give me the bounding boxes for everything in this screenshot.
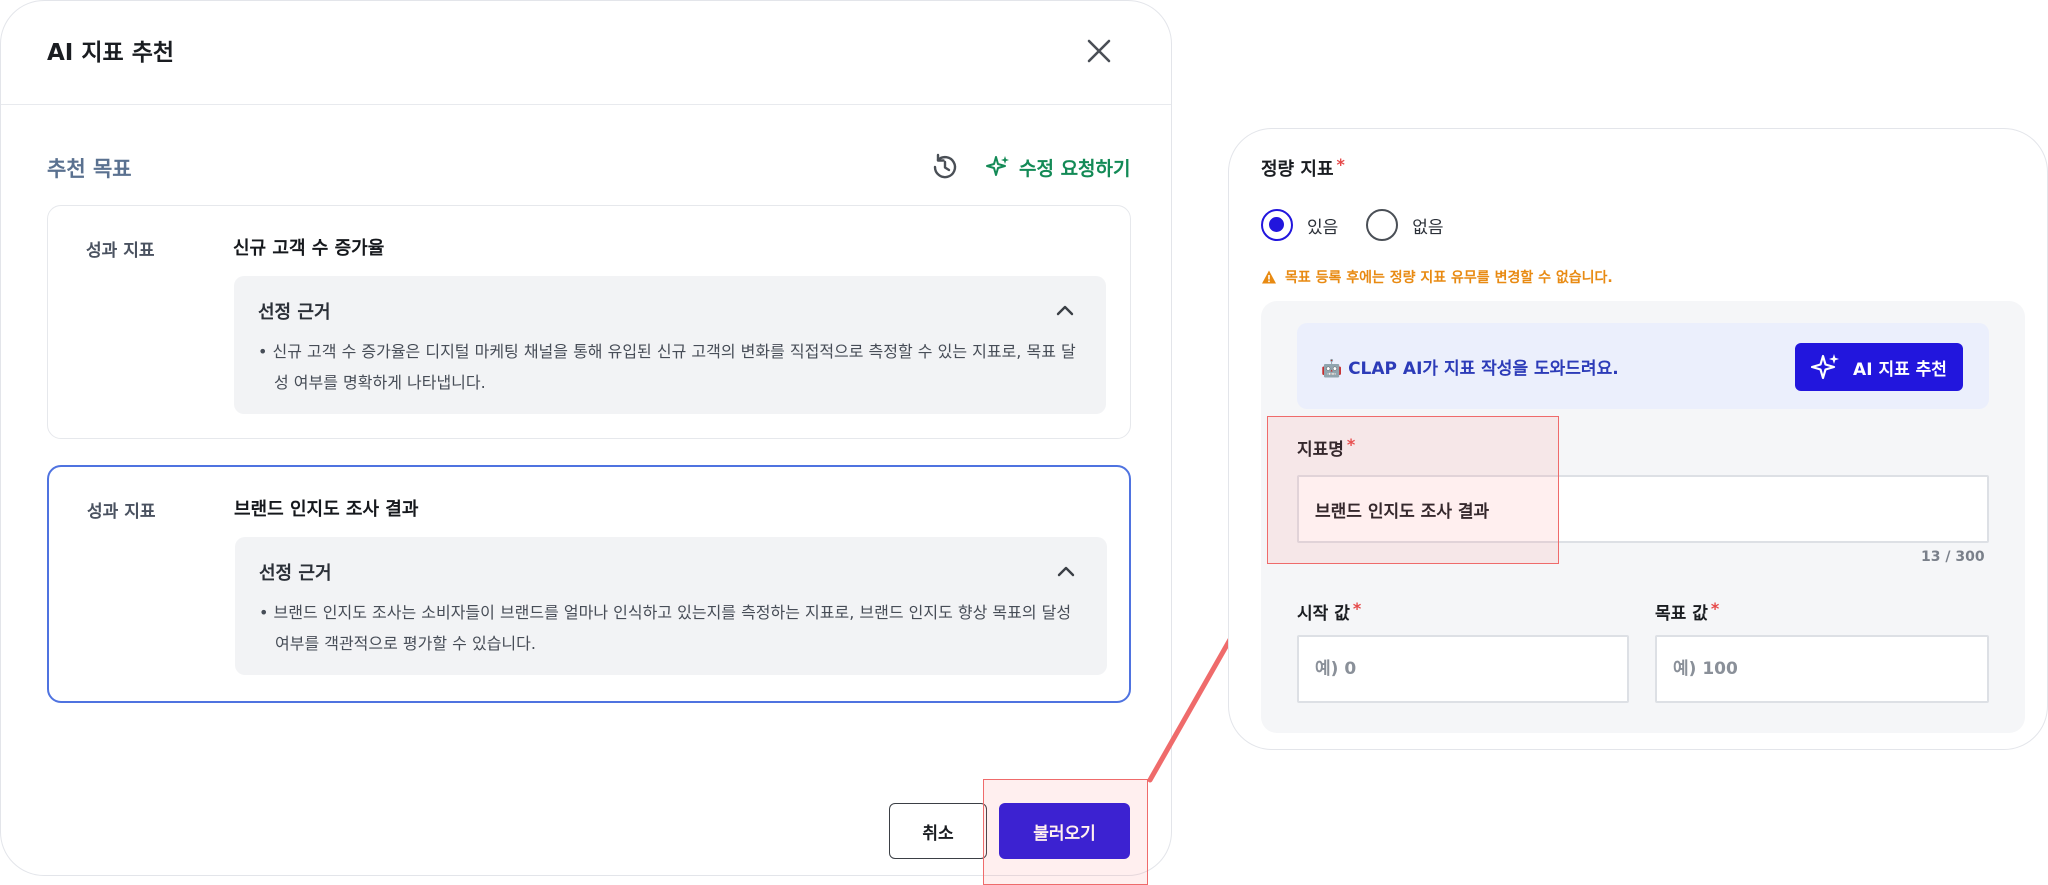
start-value-label: 시작 값 * — [1297, 599, 1361, 624]
ai-recommend-button[interactable]: AI 지표 추천 — [1795, 343, 1963, 391]
radio-yes[interactable] — [1261, 209, 1293, 241]
sparkle-icon — [986, 156, 1009, 176]
recommendation-card[interactable]: 성과 지표 신규 고객 수 증가율 선정 근거 • 신규 고객 수 증가율은 디… — [47, 205, 1131, 439]
card-label: 성과 지표 — [86, 241, 155, 261]
ai-recommend-label: AI 지표 추천 — [1853, 359, 1947, 380]
required-mark: * — [1336, 155, 1345, 174]
reason-box: 선정 근거 • 신규 고객 수 증가율은 디지털 마케팅 채널을 통해 유입된 … — [234, 276, 1106, 414]
reason-title: 선정 근거 — [258, 302, 331, 323]
card-metric-name: 브랜드 인지도 조사 결과 — [234, 499, 419, 520]
required-mark: * — [1352, 599, 1362, 618]
quant-metric-label: 정량 지표 — [1261, 159, 1334, 180]
reason-title: 선정 근거 — [259, 563, 332, 584]
revise-request-label: 수정 요청하기 — [1019, 157, 1131, 180]
metric-name-input[interactable] — [1297, 475, 1989, 543]
load-button[interactable]: 불러오기 — [999, 803, 1130, 859]
required-mark: * — [1710, 599, 1720, 618]
char-counter: 13 / 300 — [1921, 549, 1985, 565]
sparkle-icon — [1811, 354, 1840, 380]
metric-form-panel: 정량 지표 * 있음 없음 목표 등록 후에는 정량 지표 유무를 변경할 수 없… — [1228, 128, 2048, 750]
target-value-label-text: 목표 값 — [1655, 604, 1708, 624]
history-icon[interactable] — [929, 151, 961, 183]
quant-radio-group: 있음 없음 — [1261, 209, 1472, 241]
warning-icon — [1262, 270, 1276, 284]
ai-banner: 🤖 CLAP AI가 지표 작성을 도와드려요. AI 지표 추천 — [1297, 323, 1989, 409]
metric-name-label-text: 지표명 — [1297, 440, 1344, 460]
reason-box: 선정 근거 • 브랜드 인지도 조사는 소비자들이 브랜드를 얼마나 인식하고 … — [235, 537, 1107, 675]
close-icon[interactable] — [1081, 33, 1117, 69]
quant-metric-title: 정량 지표 * — [1261, 155, 1345, 181]
radio-no-label: 없음 — [1412, 217, 1444, 238]
required-mark: * — [1346, 435, 1356, 454]
revise-request-button[interactable]: 수정 요청하기 — [985, 151, 1131, 183]
chevron-up-icon[interactable] — [1053, 559, 1079, 585]
reason-text: • 신규 고객 수 증가율은 디지털 마케팅 채널을 통해 유입된 신규 고객의… — [258, 342, 1076, 392]
modal-header: AI 지표 추천 — [1, 1, 1171, 105]
warning-message: 목표 등록 후에는 정량 지표 유무를 변경할 수 없습니다. — [1261, 267, 1613, 287]
ai-banner-text: 🤖 CLAP AI가 지표 작성을 도와드려요. — [1321, 359, 1619, 379]
recommendation-card-selected[interactable]: 성과 지표 브랜드 인지도 조사 결과 선정 근거 • 브랜드 인지도 조사는 … — [47, 465, 1131, 703]
warning-text: 목표 등록 후에는 정량 지표 유무를 변경할 수 없습니다. — [1285, 270, 1613, 286]
target-value-input[interactable] — [1655, 635, 1989, 703]
metric-form-area: 🤖 CLAP AI가 지표 작성을 도와드려요. AI 지표 추천 지표명* 1… — [1261, 301, 2025, 733]
ai-recommend-modal: AI 지표 추천 추천 목표 수정 요청하기 성과 지표 신규 고객 수 증가율… — [0, 0, 1172, 876]
reason-text: • 브랜드 인지도 조사는 소비자들이 브랜드를 얼마나 인식하고 있는지를 측… — [259, 603, 1072, 653]
section-title: 추천 목표 — [47, 157, 132, 181]
radio-no[interactable] — [1366, 209, 1399, 241]
target-value-label: 목표 값 * — [1655, 599, 1719, 624]
radio-yes-label: 있음 — [1307, 217, 1339, 238]
modal-title: AI 지표 추천 — [47, 40, 175, 66]
chevron-up-icon[interactable] — [1052, 298, 1078, 324]
metric-name-label: 지표명 * — [1297, 435, 1355, 460]
card-label: 성과 지표 — [87, 502, 156, 522]
start-value-label-text: 시작 값 — [1297, 604, 1350, 624]
card-metric-name: 신규 고객 수 증가율 — [233, 238, 385, 259]
start-value-input[interactable] — [1297, 635, 1629, 703]
cancel-button[interactable]: 취소 — [889, 803, 987, 859]
